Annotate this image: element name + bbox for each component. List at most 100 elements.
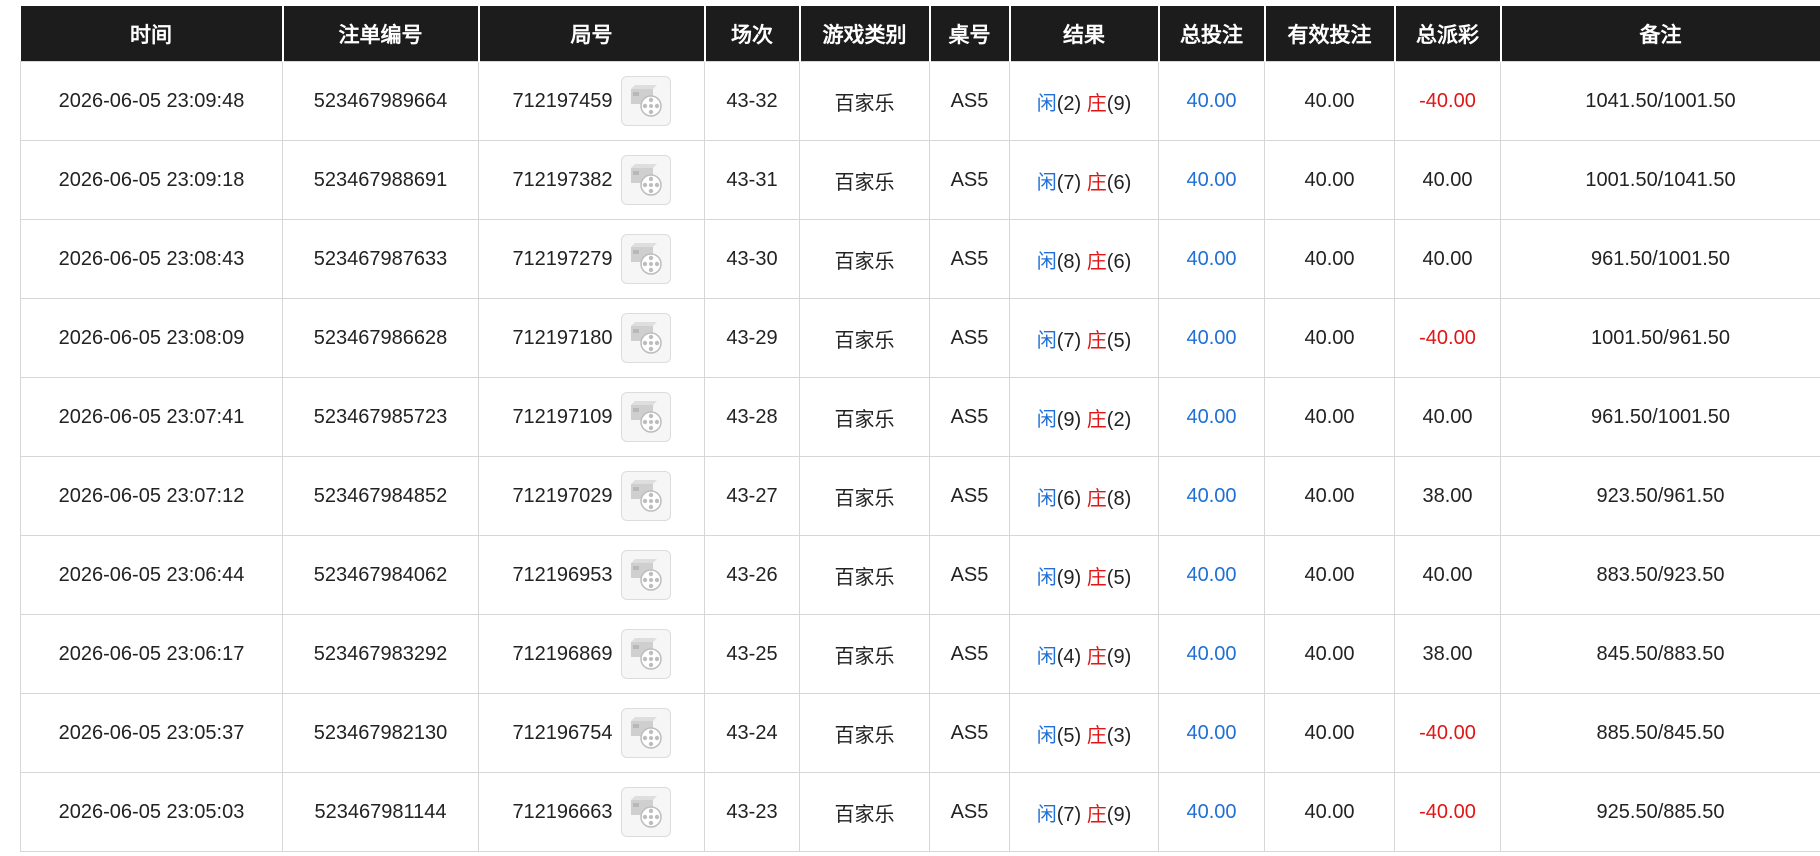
cell-session: 43-31: [704, 140, 800, 220]
cell-result: 闲(4) 庄(9): [1009, 614, 1159, 694]
table-row: 2026-06-05 23:07:41 523467985723 7121971…: [20, 377, 1820, 457]
cell-game-type: 百家乐: [799, 140, 930, 220]
cell-valid-bet: 40.00: [1264, 772, 1395, 852]
cell-valid-bet: 40.00: [1264, 377, 1395, 457]
cell-game-type: 百家乐: [799, 61, 930, 141]
video-replay-button[interactable]: [620, 313, 671, 363]
table-row: 2026-06-05 23:05:37 523467982130 7121967…: [20, 693, 1820, 773]
cell-time: 2026-06-05 23:05:03: [20, 772, 283, 852]
cell-game-type: 百家乐: [799, 456, 930, 536]
banker-label: 庄: [1086, 408, 1107, 431]
cell-valid-bet: 40.00: [1264, 535, 1395, 615]
cell-total-bet: 40.00: [1158, 61, 1265, 141]
table-header: 时间 注单编号 局号 场次 游戏类别 桌号 结果 总投注 有效投注 总派彩 备注: [20, 6, 1820, 62]
banker-label: 庄: [1086, 171, 1107, 194]
cell-total-payout: -40.00: [1394, 693, 1501, 773]
banker-score: (6): [1106, 250, 1132, 273]
video-replay-icon: [630, 401, 662, 433]
cell-bet-no: 523467981144: [282, 772, 479, 852]
video-replay-button[interactable]: [620, 471, 671, 521]
cell-bet-no: 523467988691: [282, 140, 479, 220]
banker-label: 庄: [1086, 724, 1107, 747]
cell-time: 2026-06-05 23:06:44: [20, 535, 283, 615]
video-replay-button[interactable]: [620, 155, 671, 205]
round-no-wrapper: 712197459: [479, 76, 704, 126]
player-label: 闲: [1036, 803, 1057, 826]
cell-round-no: 712197382: [478, 140, 705, 220]
cell-time: 2026-06-05 23:07:12: [20, 456, 283, 536]
video-replay-button[interactable]: [620, 787, 671, 837]
col-header-table-no: 桌号: [928, 6, 1011, 62]
round-no-text: 712196953: [512, 563, 613, 586]
cell-session: 43-24: [704, 693, 800, 773]
cell-game-type: 百家乐: [799, 772, 930, 852]
col-header-note: 备注: [1499, 6, 1820, 62]
cell-bet-no: 523467984062: [282, 535, 479, 615]
cell-bet-no: 523467984852: [282, 456, 479, 536]
table-row: 2026-06-05 23:08:09 523467986628 7121971…: [20, 298, 1820, 378]
col-header-time: 时间: [20, 6, 284, 62]
banker-label: 庄: [1086, 487, 1107, 510]
cell-valid-bet: 40.00: [1264, 219, 1395, 299]
cell-note: 845.50/883.50: [1500, 614, 1820, 694]
video-replay-icon: [630, 243, 662, 275]
cell-note: 925.50/885.50: [1500, 772, 1820, 852]
cell-note: 1041.50/1001.50: [1500, 61, 1820, 141]
video-replay-icon: [630, 638, 662, 670]
table-row: 2026-06-05 23:09:48 523467989664 7121974…: [20, 61, 1820, 141]
player-label: 闲: [1036, 408, 1057, 431]
cell-session: 43-28: [704, 377, 800, 457]
cell-round-no: 712197459: [478, 61, 705, 141]
round-no-text: 712197180: [512, 326, 613, 349]
cell-result: 闲(9) 庄(2): [1009, 377, 1159, 457]
video-replay-icon: [630, 796, 662, 828]
cell-result: 闲(7) 庄(6): [1009, 140, 1159, 220]
cell-total-payout: -40.00: [1394, 772, 1501, 852]
cell-table-no: AS5: [929, 456, 1010, 536]
cell-bet-no: 523467982130: [282, 693, 479, 773]
col-header-bet-no: 注单编号: [281, 6, 480, 62]
cell-session: 43-32: [704, 61, 800, 141]
cell-total-bet: 40.00: [1158, 140, 1265, 220]
cell-bet-no: 523467985723: [282, 377, 479, 457]
video-replay-icon: [630, 559, 662, 591]
video-replay-button[interactable]: [620, 550, 671, 600]
col-header-total-bet: 总投注: [1157, 6, 1266, 62]
video-replay-button[interactable]: [620, 708, 671, 758]
table-row: 2026-06-05 23:09:18 523467988691 7121973…: [20, 140, 1820, 220]
player-label: 闲: [1036, 645, 1057, 668]
cell-result: 闲(6) 庄(8): [1009, 456, 1159, 536]
round-no-wrapper: 712196663: [479, 787, 704, 837]
cell-total-bet: 40.00: [1158, 219, 1265, 299]
cell-total-bet: 40.00: [1158, 772, 1265, 852]
cell-valid-bet: 40.00: [1264, 61, 1395, 141]
cell-note: 1001.50/961.50: [1500, 298, 1820, 378]
round-no-text: 712196754: [512, 721, 613, 744]
round-no-wrapper: 712196869: [479, 629, 704, 679]
banker-label: 庄: [1086, 803, 1107, 826]
table-row: 2026-06-05 23:07:12 523467984852 7121970…: [20, 456, 1820, 536]
cell-round-no: 712197029: [478, 456, 705, 536]
cell-valid-bet: 40.00: [1264, 456, 1395, 536]
player-score: (9): [1056, 408, 1082, 431]
cell-round-no: 712197109: [478, 377, 705, 457]
cell-result: 闲(7) 庄(5): [1009, 298, 1159, 378]
player-label: 闲: [1036, 487, 1057, 510]
cell-table-no: AS5: [929, 219, 1010, 299]
round-no-text: 712197109: [512, 405, 613, 428]
video-replay-button[interactable]: [620, 76, 671, 126]
round-no-wrapper: 712197382: [479, 155, 704, 205]
player-score: (9): [1056, 566, 1082, 589]
cell-valid-bet: 40.00: [1264, 693, 1395, 773]
video-replay-button[interactable]: [620, 629, 671, 679]
cell-total-bet: 40.00: [1158, 298, 1265, 378]
cell-table-no: AS5: [929, 614, 1010, 694]
cell-total-payout: 38.00: [1394, 614, 1501, 694]
video-replay-button[interactable]: [620, 234, 671, 284]
cell-table-no: AS5: [929, 140, 1010, 220]
video-replay-button[interactable]: [620, 392, 671, 442]
cell-time: 2026-06-05 23:07:41: [20, 377, 283, 457]
cell-time: 2026-06-05 23:05:37: [20, 693, 283, 773]
round-no-text: 712197029: [512, 484, 613, 507]
cell-table-no: AS5: [929, 693, 1010, 773]
